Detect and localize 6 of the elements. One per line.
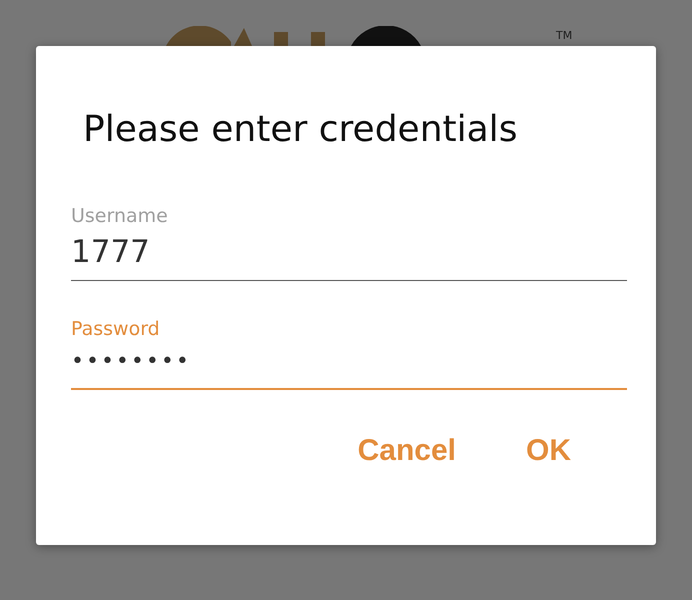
input-field[interactable]: 1777 [71,228,627,281]
field-label: Password [71,317,161,341]
dialog-title: Please enter credentials [83,108,518,152]
trademark-mark: TM [556,29,572,42]
input-field[interactable]: •••••••• [71,341,627,390]
field-label: Username [71,204,169,228]
